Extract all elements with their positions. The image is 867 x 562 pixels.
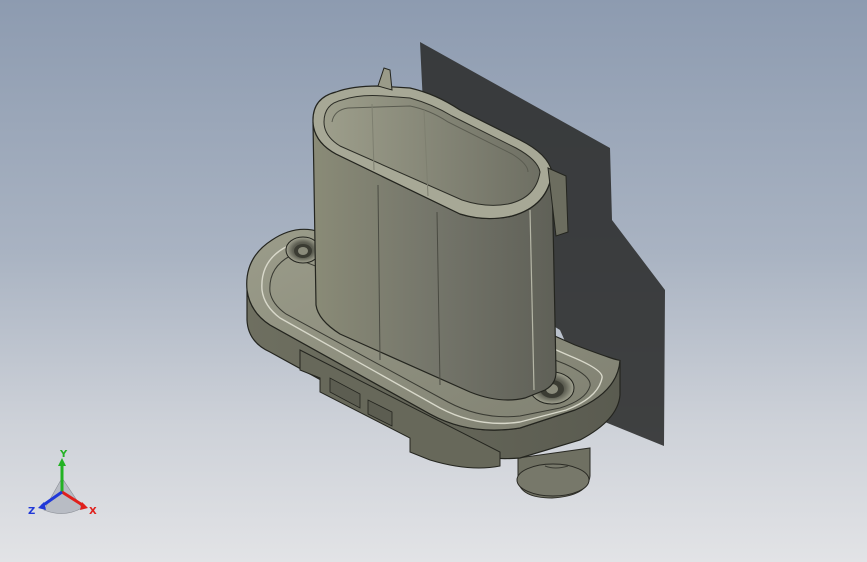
graphics-viewport[interactable]	[0, 0, 867, 562]
latch-tab-top	[377, 67, 393, 91]
x-axis-label: X	[89, 506, 97, 517]
view-triad[interactable]: Y X Z	[24, 448, 104, 528]
y-axis-label: Y	[59, 449, 68, 460]
z-axis-label: Z	[28, 506, 35, 517]
